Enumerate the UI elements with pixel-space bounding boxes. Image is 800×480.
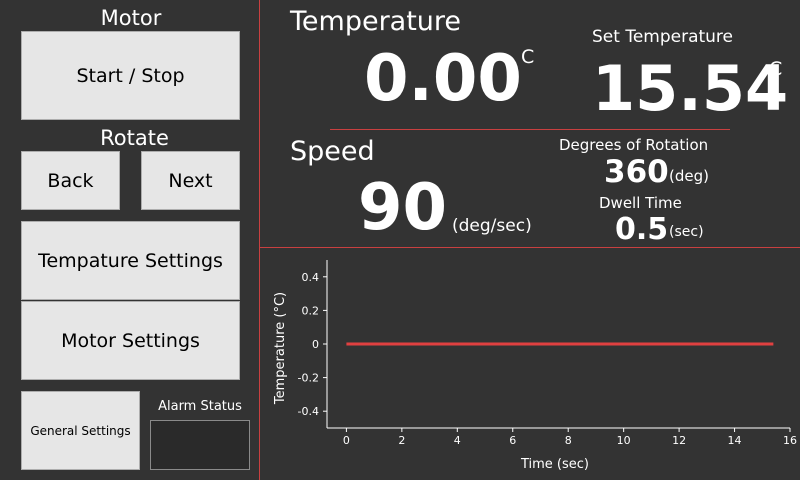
general-settings-button[interactable]: General Settings — [21, 391, 140, 470]
speed-unit: (deg/sec) — [452, 216, 532, 236]
motor-settings-button[interactable]: Motor Settings — [21, 301, 240, 380]
alarm-status-label: Alarm Status — [158, 399, 242, 414]
readout-divider — [330, 129, 730, 130]
chart-x-tick-label: 2 — [398, 434, 405, 447]
temperature-chart: 0 2 4 6 8 10 12 14 160.40.20-0.2-0.4 Time (sec) … — [273, 260, 797, 472]
chart-x-tick-label: 16 — [783, 434, 797, 447]
chart-x-tick-label: 10 — [617, 434, 631, 447]
chart-x-tick-label: 8 — [565, 434, 572, 447]
dwell-title: Dwell Time — [599, 194, 682, 212]
speed-value: 90 — [358, 171, 448, 245]
chart-y-tick-label: 0.4 — [302, 271, 320, 284]
rotation-value: 360 — [604, 154, 669, 190]
dwell-unit: (sec) — [669, 224, 704, 240]
chart-x-tick-label: 6 — [509, 434, 516, 447]
rotation-title: Degrees of Rotation — [559, 136, 709, 154]
back-button[interactable]: Back — [21, 151, 120, 210]
chart-x-tick-label: 4 — [454, 434, 461, 447]
chart-x-tick-label: 14 — [728, 434, 742, 447]
chart-y-tick-label: -0.2 — [298, 372, 319, 385]
chart-y-axis-label: Temperature (°C) — [273, 292, 288, 405]
chart-x-axis-label: Time (sec) — [520, 457, 589, 472]
chart-y-tick-label: 0.2 — [302, 304, 320, 317]
chart-x-tick-label: 0 — [343, 434, 350, 447]
chart-y-tick-label: 0 — [312, 338, 319, 351]
chart-x-tick-label: 12 — [672, 434, 686, 447]
dwell-value: 0.5 — [615, 212, 669, 247]
speed-title: Speed — [290, 136, 375, 167]
chart-y-tick-label: -0.4 — [298, 405, 319, 418]
rotation-unit: (deg) — [669, 167, 709, 185]
set-temperature-unit: C — [769, 58, 783, 80]
rotate-section-label: Rotate — [100, 126, 169, 150]
set-temperature-value: 15.54 — [592, 52, 789, 125]
set-temperature-title: Set Temperature — [592, 27, 734, 47]
temperature-unit: C — [521, 46, 535, 68]
start-stop-button[interactable]: Start / Stop — [21, 31, 240, 120]
temperature-title: Temperature — [290, 6, 462, 37]
temperature-settings-button[interactable]: Tempature Settings — [21, 221, 240, 300]
alarm-status-indicator — [150, 420, 250, 470]
next-button[interactable]: Next — [141, 151, 240, 210]
temperature-value: 0.00 — [364, 42, 522, 116]
motor-section-label: Motor — [100, 6, 162, 30]
